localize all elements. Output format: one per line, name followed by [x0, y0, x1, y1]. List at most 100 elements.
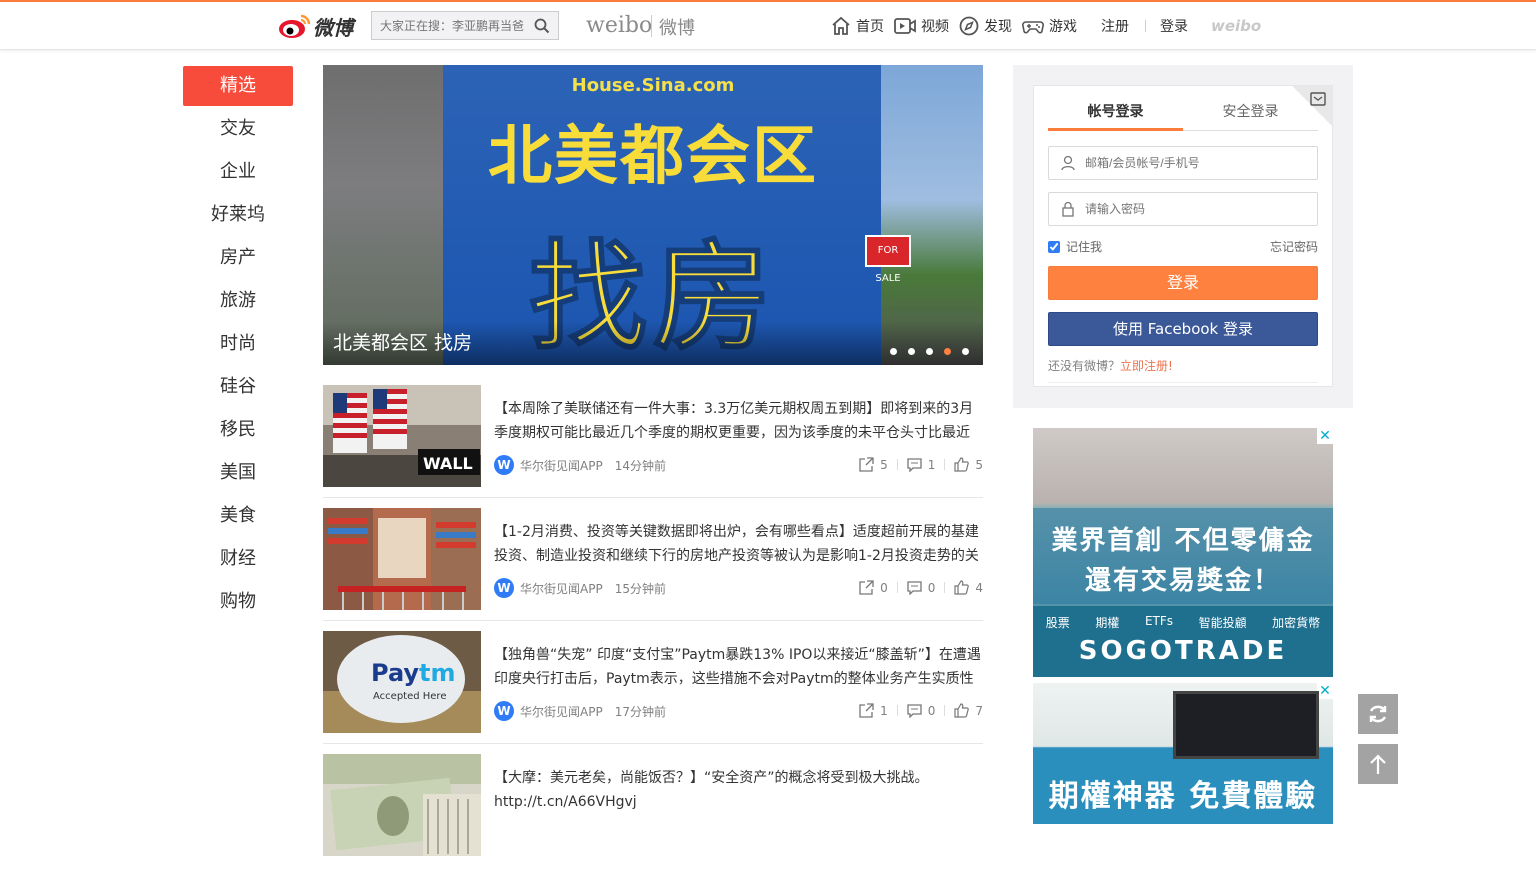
repost-button[interactable]: 5	[859, 457, 888, 472]
login-box: 帐号登录 安全登录 记住我 忘记密码 登录 使用 Facebook 登录 还没有…	[1033, 85, 1333, 387]
comment-button[interactable]: 1	[907, 457, 935, 472]
login-button[interactable]: 登录	[1048, 266, 1318, 300]
sidebar-item-travel[interactable]: 旅游	[183, 281, 293, 321]
source-name[interactable]: 华尔街见闻APP	[520, 703, 603, 720]
comment-icon	[907, 703, 922, 718]
carousel-dot[interactable]	[926, 348, 933, 355]
sidebar-item-shopping[interactable]: 购物	[183, 582, 293, 622]
user-icon	[1061, 155, 1075, 171]
carousel-dot[interactable]	[908, 348, 915, 355]
back-to-top-button[interactable]	[1358, 744, 1398, 784]
nav-games-label: 游戏	[1049, 19, 1077, 35]
nav-home[interactable]: 首页	[831, 15, 884, 37]
sidebar-item-food[interactable]: 美食	[183, 496, 293, 536]
like-button[interactable]: 7	[954, 703, 983, 718]
password-field[interactable]	[1048, 192, 1318, 226]
repost-button[interactable]: 0	[859, 580, 888, 595]
banner-carousel[interactable]: House.Sina.com 北美都会区 找房 FOR SALE 北美都会区 找…	[323, 65, 983, 365]
weibo-mini-logo[interactable]: weibo	[1211, 17, 1261, 35]
facebook-login-button[interactable]: 使用 Facebook 登录	[1048, 312, 1318, 346]
banner-caption[interactable]: 北美都会区 找房	[333, 328, 472, 355]
feed-card[interactable]: WALL 【本周除了美联储还有一件大事：3.3万亿美元期权周五到期】即将到来的3…	[323, 385, 983, 498]
action-divider	[896, 705, 898, 716]
sidebar-item-dating[interactable]: 交友	[183, 109, 293, 149]
ad-brand: SOGOTRADE	[1078, 636, 1288, 666]
brand-en: weibo	[586, 13, 653, 38]
refresh-icon	[1369, 705, 1387, 723]
feed-text[interactable]: 【1-2月消费、投资等关键数据即将出炉，会有哪些看点】适度超前开展的基建投资、制…	[494, 520, 981, 568]
feed-text[interactable]: 【大摩：美元老矣，尚能饭否？】“安全资产”的概念将受到极大挑战。http://t…	[494, 766, 981, 814]
feed-thumbnail[interactable]	[323, 508, 481, 610]
logo-text[interactable]: 微博	[313, 12, 353, 41]
feed-card[interactable]: 【大摩：美元老矣，尚能饭否？】“安全资产”的概念将受到极大挑战。http://t…	[323, 754, 983, 856]
sogotrade-ad[interactable]: ✕ 業界首創 不但零傭金 還有交易獎金！ 股票 期權 ETFs 智能投顧 加密貨…	[1033, 428, 1333, 677]
banner-site: House.Sina.com	[571, 75, 735, 96]
comment-button[interactable]: 0	[907, 703, 935, 718]
repost-button[interactable]: 1	[859, 703, 888, 718]
banner-headline: 北美都会区	[488, 120, 818, 194]
feed-thumbnail[interactable]	[323, 754, 481, 856]
wall-street-flags-image: WALL	[323, 385, 481, 487]
ad-categories: 股票 期權 ETFs 智能投顧 加密貨幣	[1033, 614, 1333, 631]
feed-card[interactable]: 【1-2月消费、投资等关键数据即将出炉，会有哪些看点】适度超前开展的基建投资、制…	[323, 508, 983, 621]
sidebar-item-realestate[interactable]: 房产	[183, 238, 293, 278]
sidebar-item-fashion[interactable]: 时尚	[183, 324, 293, 364]
lock-icon	[1062, 201, 1074, 217]
username-input[interactable]	[1085, 147, 1305, 179]
feed-text[interactable]: 【本周除了美联储还有一件大事：3.3万亿美元期权周五到期】即将到来的3月季度期权…	[494, 397, 981, 445]
nav-video[interactable]: 视频	[894, 15, 949, 37]
ad-headline-2: 還有交易獎金！	[1084, 566, 1281, 596]
carousel-dot[interactable]	[890, 348, 897, 355]
options-tool-ad[interactable]: ✕ 期權神器 免費體驗	[1033, 683, 1333, 824]
comment-icon	[907, 457, 922, 472]
sidebar-item-silicon-valley[interactable]: 硅谷	[183, 367, 293, 407]
source-name[interactable]: 华尔街见闻APP	[520, 457, 603, 474]
source-avatar[interactable]: W	[494, 701, 514, 721]
username-field[interactable]	[1048, 146, 1318, 180]
sidebar-item-immigration[interactable]: 移民	[183, 410, 293, 450]
source-avatar[interactable]: W	[494, 455, 514, 475]
nav-discover[interactable]: 发现	[959, 15, 1012, 37]
weibo-logo-icon[interactable]	[277, 11, 313, 41]
sidebar-item-featured[interactable]: 精选	[183, 66, 293, 106]
register-link[interactable]: 注册	[1101, 15, 1129, 37]
feed-thumbnail[interactable]: WALL	[323, 385, 481, 487]
forgot-password-link[interactable]: 忘记密码	[1270, 238, 1318, 255]
comment-count: 0	[927, 580, 936, 595]
like-button[interactable]: 4	[954, 580, 983, 595]
sidebar-item-hollywood[interactable]: 好莱坞	[183, 195, 293, 235]
search-input[interactable]	[380, 12, 528, 39]
thumbs-up-icon	[954, 457, 970, 472]
ad-category: 期權	[1095, 616, 1120, 630]
feed-card[interactable]: Pay tm Accepted Here 【独角兽“失宠” 印度“支付宝”Pay…	[323, 631, 983, 744]
register-now-link[interactable]: 立即注册!	[1120, 359, 1173, 373]
feed-thumbnail[interactable]: Pay tm Accepted Here	[323, 631, 481, 733]
search-box[interactable]	[371, 11, 559, 40]
sidebar-item-finance[interactable]: 财经	[183, 539, 293, 579]
login-tabs: 帐号登录 安全登录	[1048, 98, 1318, 131]
source-name[interactable]: 华尔街见闻APP	[520, 580, 603, 597]
sidebar-item-business[interactable]: 企业	[183, 152, 293, 192]
source-avatar[interactable]: W	[494, 578, 514, 598]
news-feed: WALL 【本周除了美联储还有一件大事：3.3万亿美元期权周五到期】即将到来的3…	[323, 385, 983, 877]
ad-headline: 期權神器 免費體驗	[1048, 779, 1318, 814]
carousel-dot[interactable]	[962, 348, 969, 355]
refresh-button[interactable]	[1358, 694, 1398, 734]
ad-close-icon[interactable]: ✕	[1317, 428, 1333, 444]
sidebar-item-usa[interactable]: 美国	[183, 453, 293, 493]
svg-text:WALL: WALL	[423, 454, 473, 473]
repost-icon	[859, 703, 874, 718]
comment-button[interactable]: 0	[907, 580, 936, 595]
like-button[interactable]: 5	[954, 457, 983, 472]
search-icon[interactable]	[534, 18, 550, 34]
tab-secure-login[interactable]: 安全登录	[1183, 98, 1318, 128]
nav-games[interactable]: 游戏	[1022, 15, 1077, 37]
carousel-dot-active[interactable]	[944, 348, 951, 355]
remember-checkbox[interactable]	[1048, 240, 1060, 253]
ad-close-icon[interactable]: ✕	[1317, 683, 1333, 699]
tab-account-login[interactable]: 帐号登录	[1048, 98, 1183, 131]
remember-me[interactable]: 记住我	[1048, 238, 1102, 255]
login-link[interactable]: 登录	[1160, 15, 1188, 37]
feed-text[interactable]: 【独角兽“失宠” 印度“支付宝”Paytm暴跌13% IPO以来接近“膝盖斩”】…	[494, 643, 981, 691]
password-input[interactable]	[1085, 193, 1305, 225]
